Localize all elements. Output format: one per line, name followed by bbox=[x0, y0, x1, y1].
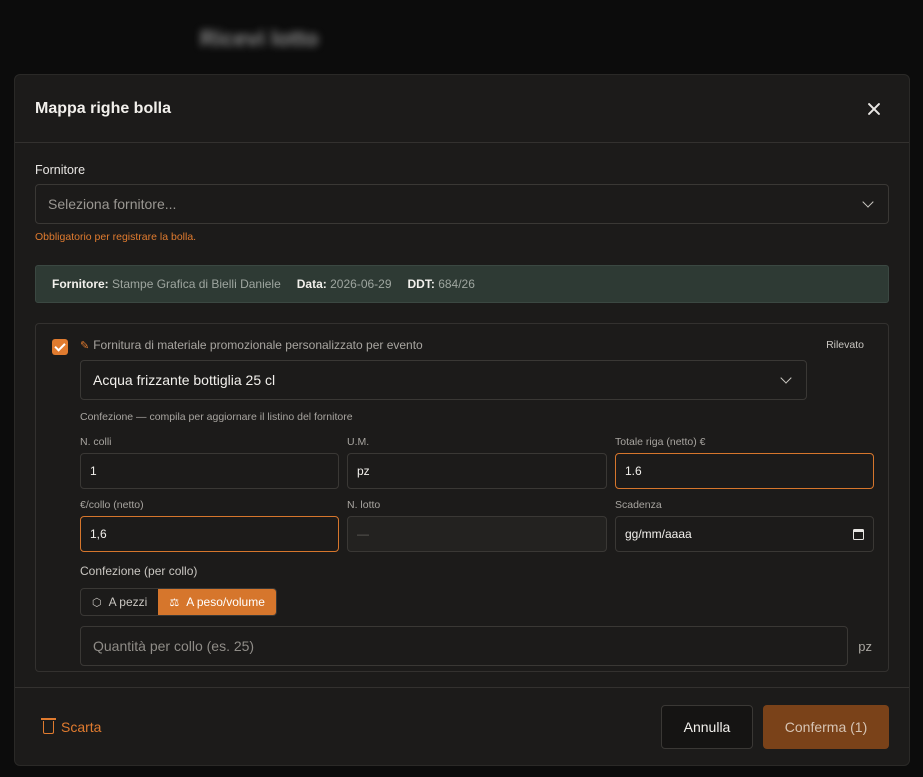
lotto-label: N. lotto bbox=[347, 499, 381, 511]
packaging-label: Confezione (per collo) bbox=[80, 564, 198, 578]
scadenza-value: gg/mm/aaaa bbox=[625, 527, 692, 541]
lotto-input[interactable]: — bbox=[347, 516, 607, 552]
packaging-weight-button[interactable]: ⚖ A peso/volume bbox=[158, 589, 276, 615]
colli-label: N. colli bbox=[80, 436, 112, 448]
info-date-value: 2026-06-29 bbox=[330, 277, 392, 291]
packaging-weight-label: A peso/volume bbox=[186, 595, 265, 609]
totale-label: Totale riga (netto) € bbox=[615, 436, 706, 448]
totale-input[interactable]: 1.6 bbox=[615, 453, 874, 489]
line-card: Rilevato ✎ Fornitura di materiale promoz… bbox=[35, 323, 889, 672]
delivery-info-bar: Fornitore: Stampe Grafica di Bielli Dani… bbox=[35, 265, 889, 303]
product-select[interactable]: Acqua frizzante bottiglia 25 cl bbox=[80, 360, 807, 400]
line-fields-grid: N. colli 1 U.M. pz Totale riga (netto) €… bbox=[80, 436, 874, 552]
chevron-down-icon bbox=[862, 196, 874, 208]
scadenza-label: Scadenza bbox=[615, 499, 662, 511]
product-value: Acqua frizzante bottiglia 25 cl bbox=[93, 372, 276, 388]
prezzo-label: €/collo (netto) bbox=[80, 499, 144, 511]
calendar-icon[interactable] bbox=[853, 528, 864, 540]
box-icon: ⬡ bbox=[92, 596, 102, 609]
packaging-pieces-button[interactable]: ⬡ A pezzi bbox=[81, 589, 158, 615]
map-lines-dialog: Mappa righe bolla Fornitore Seleziona fo… bbox=[14, 74, 910, 766]
background-page-title: Ricevi lotto bbox=[200, 26, 319, 51]
colli-input[interactable]: 1 bbox=[80, 453, 339, 489]
confirm-button[interactable]: Conferma (1) bbox=[763, 704, 889, 749]
qty-unit: pz bbox=[858, 638, 872, 654]
prezzo-input[interactable]: 1,6 bbox=[80, 516, 339, 552]
um-input[interactable]: pz bbox=[347, 453, 607, 489]
scale-icon: ⚖ bbox=[169, 596, 180, 609]
line-description: ✎ Fornitura di materiale promozionale pe… bbox=[80, 338, 872, 352]
chevron-down-icon bbox=[780, 372, 792, 384]
dialog-title: Mappa righe bolla bbox=[35, 99, 172, 117]
cancel-button[interactable]: Annulla bbox=[661, 704, 753, 749]
scadenza-input[interactable]: gg/mm/aaaa bbox=[615, 516, 874, 552]
dialog-footer: Scarta Annulla Conferma (1) bbox=[15, 687, 909, 765]
pencil-icon[interactable]: ✎ bbox=[80, 339, 89, 352]
line-checkbox[interactable] bbox=[52, 339, 68, 355]
close-icon[interactable] bbox=[863, 98, 885, 120]
status-badge: Rilevato bbox=[826, 339, 864, 351]
packaging-toggle: ⬡ A pezzi ⚖ A peso/volume bbox=[80, 588, 277, 616]
um-label: U.M. bbox=[347, 436, 370, 448]
supplier-placeholder: Seleziona fornitore... bbox=[48, 196, 177, 212]
supplier-error: Obbligatorio per registrare la bolla. bbox=[35, 231, 197, 243]
discard-button[interactable]: Scarta bbox=[41, 718, 102, 735]
info-supplier-value: Stampe Grafica di Bielli Daniele bbox=[112, 277, 281, 291]
info-ddt-value: 684/26 bbox=[438, 277, 475, 291]
supplier-select[interactable]: Seleziona fornitore... bbox=[35, 184, 889, 224]
discard-label: Scarta bbox=[61, 718, 102, 735]
trash-icon bbox=[41, 718, 56, 734]
info-date-key: Data: bbox=[296, 277, 327, 291]
supplier-label: Fornitore bbox=[35, 163, 86, 177]
info-ddt-key: DDT: bbox=[407, 277, 435, 291]
info-supplier-key: Fornitore: bbox=[52, 277, 109, 291]
dialog-header: Mappa righe bolla bbox=[15, 75, 909, 143]
packaging-hint: Confezione — compila per aggiornare il l… bbox=[80, 411, 353, 423]
line-description-text: Fornitura di materiale promozionale pers… bbox=[93, 338, 423, 352]
qty-per-pack-input[interactable]: Quantità per collo (es. 25) bbox=[80, 626, 849, 666]
packaging-pieces-label: A pezzi bbox=[108, 595, 148, 609]
